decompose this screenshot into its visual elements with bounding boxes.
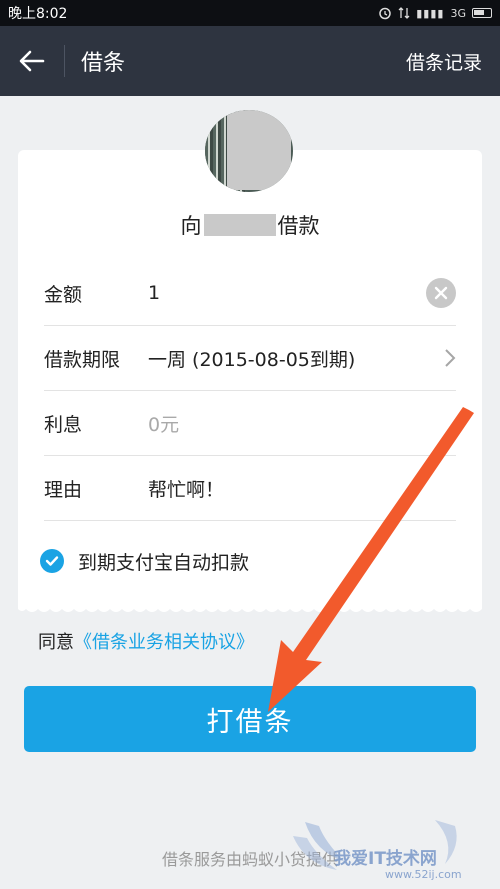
reason-label: 理由 xyxy=(44,478,83,501)
autopay-label: 到期支付宝自动扣款 xyxy=(78,551,250,574)
interest-value: 0元 xyxy=(148,413,180,436)
clear-button[interactable] xyxy=(426,278,456,308)
lender-suffix: 借款 xyxy=(277,214,320,238)
watermark-text: 我爱IT技术网 xyxy=(334,849,437,869)
back-button[interactable] xyxy=(0,26,64,96)
agreement-line: 同意《借条业务相关协议》 xyxy=(38,628,254,654)
amount-input[interactable]: 1 xyxy=(148,282,426,304)
battery-icon xyxy=(472,8,492,18)
interest-label: 利息 xyxy=(44,413,83,436)
page-title: 借条 xyxy=(81,51,126,76)
nav-divider xyxy=(64,45,65,77)
records-link[interactable]: 借条记录 xyxy=(406,48,500,75)
network-type: 3G xyxy=(450,6,466,20)
data-transfer-icon xyxy=(398,7,410,19)
lender-name-redacted xyxy=(203,214,276,236)
watermark-url: www.52ij.com xyxy=(385,868,462,881)
avatar-redaction xyxy=(227,110,291,190)
amount-row: 金额 1 xyxy=(44,261,456,326)
reason-row: 理由 帮忙啊！ xyxy=(44,456,456,521)
status-icons: ▮▮▮▮ 3G xyxy=(378,6,492,20)
close-icon xyxy=(434,286,448,300)
lender-line: 向 借款 xyxy=(0,210,500,240)
chevron-right-icon xyxy=(445,349,456,367)
amount-label: 金额 xyxy=(44,283,83,306)
autopay-checkbox[interactable]: 到期支付宝自动扣款 xyxy=(40,545,249,577)
avatar xyxy=(205,110,293,192)
signal-icon: ▮▮▮▮ xyxy=(416,6,445,20)
term-label: 借款期限 xyxy=(44,348,121,371)
check-icon xyxy=(40,549,64,573)
term-row[interactable]: 借款期限 一周 (2015-08-05到期) xyxy=(44,326,456,391)
agreement-link[interactable]: 《借条业务相关协议》 xyxy=(74,632,254,653)
create-iou-button[interactable]: 打借条 xyxy=(24,686,476,752)
card-zigzag-edge xyxy=(18,605,482,612)
nav-bar: 借条 借条记录 xyxy=(0,26,500,96)
term-value: 一周 (2015-08-05到期) xyxy=(148,348,356,371)
agreement-prefix: 同意 xyxy=(38,632,74,653)
alarm-icon xyxy=(379,7,391,20)
status-bar: 晚上8:02 ▮▮▮▮ 3G xyxy=(0,0,500,26)
interest-row: 利息 0元 xyxy=(44,391,456,456)
lender-prefix: 向 xyxy=(180,214,202,238)
back-arrow-icon xyxy=(19,50,45,72)
status-time: 晚上8:02 xyxy=(8,6,68,22)
reason-input[interactable]: 帮忙啊！ xyxy=(148,475,456,502)
